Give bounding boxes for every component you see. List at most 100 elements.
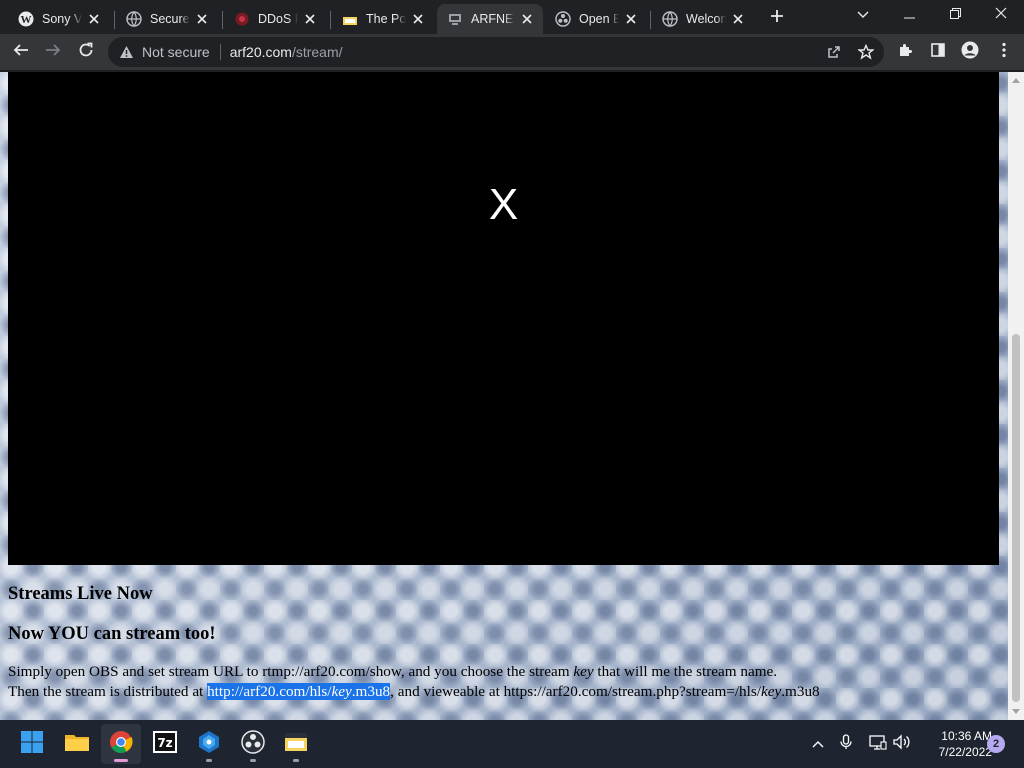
- tab-welcome[interactable]: Welcome: [652, 4, 754, 34]
- line1-text-end: that will me the stream name.: [593, 663, 778, 680]
- taskbar-network-app[interactable]: [189, 724, 229, 764]
- tab-title: Welcome: [686, 12, 726, 26]
- line2-text: Then the stream is distributed at: [8, 683, 208, 700]
- reload-button[interactable]: [72, 38, 100, 66]
- chrome-icon: [109, 730, 133, 759]
- bookmark-star-icon[interactable]: [852, 38, 880, 66]
- notification-badge[interactable]: 2: [987, 735, 1005, 753]
- close-tab-icon[interactable]: [194, 11, 210, 27]
- plus-icon: [770, 9, 784, 28]
- obs-icon: [555, 11, 571, 27]
- scrollbar-thumb[interactable]: [1012, 334, 1020, 702]
- running-indicator: [206, 759, 212, 762]
- hls-url-prefix: http://arf20.com/hls/: [207, 683, 332, 700]
- close-tab-icon[interactable]: [302, 11, 318, 27]
- vertical-scrollbar[interactable]: [1008, 72, 1024, 720]
- minimize-icon: [903, 6, 915, 24]
- close-tab-icon[interactable]: [730, 11, 746, 27]
- warning-icon[interactable]: [118, 44, 134, 60]
- system-clock[interactable]: 10:36 AM 7/22/2022: [918, 728, 992, 760]
- side-panel-button[interactable]: [924, 38, 952, 66]
- tab-separator: [222, 11, 223, 29]
- running-indicator: [293, 759, 299, 762]
- clapperboard-icon: [342, 11, 358, 27]
- scroll-down-arrow[interactable]: [1008, 704, 1024, 720]
- url-path: /stream/: [291, 44, 343, 60]
- new-tab-button[interactable]: [766, 7, 788, 29]
- extensions-button[interactable]: [892, 38, 920, 66]
- tab-open-broadcaster[interactable]: Open Broadcaster: [545, 4, 647, 34]
- tab-arfnet[interactable]: ARFNET: [437, 4, 543, 34]
- video-player[interactable]: X: [8, 72, 999, 565]
- taskbar-7zip[interactable]: 7z: [145, 724, 185, 764]
- chevron-up-icon: [812, 735, 824, 753]
- hls-url-selection[interactable]: http://arf20.com/hls/key.m3u8: [207, 683, 391, 700]
- omnibox-divider: [219, 44, 221, 60]
- close-icon: [995, 6, 1007, 24]
- close-tab-icon[interactable]: [519, 11, 535, 27]
- restore-button[interactable]: [932, 0, 978, 30]
- taskbar-file-explorer[interactable]: [57, 724, 97, 764]
- network-icon: [869, 734, 887, 755]
- wordpress-icon: W: [18, 11, 34, 27]
- tab-secure-proxy[interactable]: Secure Proxy: [116, 4, 218, 34]
- line2-text-end: .m3u8: [781, 683, 820, 700]
- tab-the-power[interactable]: The Power: [332, 4, 434, 34]
- instructions-line-2: Then the stream is distributed at http:/…: [8, 683, 820, 700]
- start-button[interactable]: [12, 724, 52, 764]
- clock-time: 10:36 AM: [941, 729, 992, 743]
- close-tab-icon[interactable]: [86, 11, 102, 27]
- tab-separator: [330, 11, 331, 29]
- share-icon[interactable]: [820, 38, 848, 66]
- show-hidden-icons-button[interactable]: [807, 732, 829, 756]
- player-error-text: X: [488, 180, 519, 229]
- obs-icon: [241, 729, 265, 759]
- tab-title: Open Broadcaster: [579, 12, 619, 26]
- puzzle-icon: [898, 42, 914, 63]
- close-tab-icon[interactable]: [410, 11, 426, 27]
- taskbar-media-app[interactable]: [276, 724, 316, 764]
- menu-button[interactable]: [990, 38, 1018, 66]
- close-tab-icon[interactable]: [623, 11, 639, 27]
- line2-text-middle: , and vieweable at https://arf20.com/str…: [390, 683, 762, 700]
- tab-ddos[interactable]: DDoS Protection: [224, 4, 326, 34]
- chevron-down-icon: [857, 6, 869, 24]
- clock-date: 7/22/2022: [938, 745, 992, 759]
- taskbar-chrome[interactable]: [101, 724, 141, 764]
- tab-search-button[interactable]: [840, 0, 886, 30]
- volume-icon: [893, 733, 911, 755]
- taskbar-obs[interactable]: [233, 724, 273, 764]
- scroll-up-arrow[interactable]: [1008, 72, 1024, 88]
- tab-title: DDoS Protection: [258, 12, 298, 26]
- address-bar[interactable]: Not secure arf20.com /stream/: [108, 37, 884, 67]
- arfnet-icon: [447, 11, 463, 27]
- kebab-menu-icon: [1002, 42, 1006, 63]
- tab-sony-vegas[interactable]: W Sony Vegas Pro: [8, 4, 110, 34]
- tab-title: Sony Vegas Pro: [42, 12, 82, 26]
- globe-icon: [662, 11, 678, 27]
- tab-title: The Power: [366, 12, 406, 26]
- instructions-paragraph: Simply open OBS and set stream URL to rt…: [8, 662, 998, 702]
- tab-separator: [114, 11, 115, 29]
- line1-text: Simply open OBS and set stream URL to rt…: [8, 663, 574, 680]
- volume-button[interactable]: [891, 732, 913, 756]
- file-explorer-icon: [64, 731, 90, 758]
- streams-live-heading: Streams Live Now: [8, 584, 153, 604]
- media-app-icon: [284, 731, 308, 758]
- network-button[interactable]: [867, 732, 889, 756]
- security-label[interactable]: Not secure: [142, 44, 210, 60]
- stream-key-term: key: [573, 663, 594, 680]
- tab-title: Secure Proxy: [150, 12, 190, 26]
- forward-button[interactable]: [39, 38, 67, 66]
- microphone-button[interactable]: [835, 732, 857, 756]
- 7zip-icon: 7z: [153, 730, 177, 758]
- profile-button[interactable]: [956, 38, 984, 66]
- close-window-button[interactable]: [978, 0, 1024, 30]
- svg-text:7z: 7z: [157, 736, 172, 750]
- minimize-button[interactable]: [886, 0, 932, 30]
- page-content: Streams Live Now Now YOU can stream too!…: [8, 582, 998, 702]
- back-button[interactable]: [7, 38, 35, 66]
- arrow-left-icon: [13, 42, 29, 63]
- tab-strip: W Sony Vegas Pro Secure Proxy DDoS Prote…: [0, 0, 1024, 34]
- tab-title: ARFNET: [471, 12, 515, 26]
